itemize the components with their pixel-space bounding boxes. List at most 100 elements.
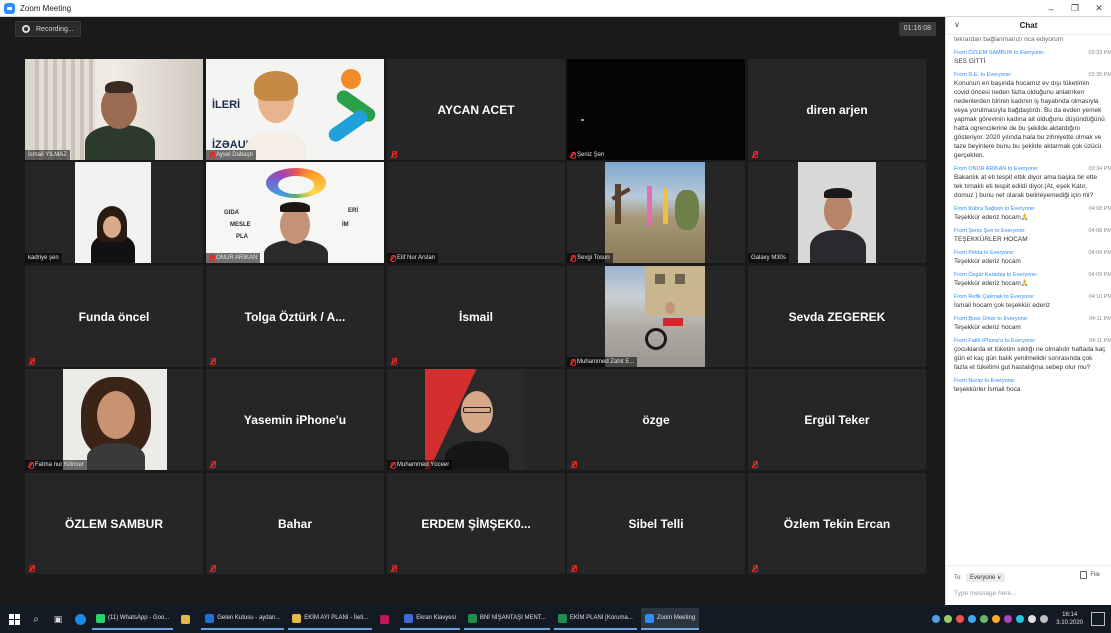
- recipient-dropdown[interactable]: Everyone ∨: [966, 573, 1006, 582]
- participant-name: Elif Nur Arslan: [387, 253, 439, 263]
- message-sender[interactable]: From Refik Çakmak to Everyone:: [954, 293, 1035, 301]
- task-view-icon[interactable]: ▣: [50, 611, 66, 627]
- video-tile[interactable]: Özlem Tekin Ercan: [748, 473, 926, 574]
- video-tile[interactable]: Sibel Telli: [567, 473, 745, 574]
- video-tile[interactable]: özge: [567, 369, 745, 470]
- tray-icon[interactable]: [1016, 615, 1025, 623]
- message-sender[interactable]: From Nuray to Everyone:: [954, 377, 1015, 385]
- video-tile[interactable]: Ergül Teker: [748, 369, 926, 470]
- participant-name: AYCAN ACET: [437, 103, 515, 117]
- video-tile[interactable]: kadriye şen: [25, 162, 203, 263]
- message-sender[interactable]: From Pelda to Everyone:: [954, 249, 1015, 257]
- tray-icon[interactable]: [980, 615, 989, 623]
- taskbar-app[interactable]: Ekran Klavyesi: [400, 608, 460, 630]
- video-tile[interactable]: Funda öncel: [25, 266, 203, 367]
- chat-header: ∨ Chat: [946, 17, 1111, 35]
- video-tile[interactable]: Yasemin iPhone'u: [206, 369, 384, 470]
- video-tile[interactable]: Bahar: [206, 473, 384, 574]
- muted-mic-icon: [390, 255, 396, 262]
- tray-icon[interactable]: [968, 615, 977, 623]
- tray-icon[interactable]: [932, 615, 941, 623]
- message-sender[interactable]: From Kübra Sağlam to Everyone:: [954, 205, 1036, 213]
- video-tile[interactable]: diren arjen: [748, 59, 926, 160]
- participant-video: [25, 59, 203, 160]
- message-sender[interactable]: From ÖZLEM SAMBUR to Everyone:: [954, 49, 1045, 57]
- chat-message: tekrardan bağlanmanızı rica ediyorum: [954, 35, 1111, 44]
- tray-icon[interactable]: [992, 615, 1001, 623]
- video-tile[interactable]: Sevda ZEGEREK: [748, 266, 926, 367]
- video-tile[interactable]: Fatma nur Kilincer: [25, 369, 203, 470]
- search-icon[interactable]: ⌕: [28, 611, 44, 627]
- participant-video: [798, 162, 876, 263]
- participant-name: Fatma nur Kilincer: [25, 460, 87, 470]
- video-tile[interactable]: ÖZLEM SAMBUR: [25, 473, 203, 574]
- muted-mic-icon: [391, 358, 397, 365]
- video-tile[interactable]: İsmail YILMAZ: [25, 59, 203, 160]
- video-tile[interactable]: ERDEM ŞİMŞEK0...: [387, 473, 565, 574]
- browser-icon[interactable]: [72, 611, 88, 627]
- message-sender[interactable]: From ONUR ARIKAN to Everyone:: [954, 165, 1039, 173]
- muted-mic-icon: [570, 152, 576, 159]
- video-tile[interactable]: AYCAN ACET: [387, 59, 565, 160]
- recording-indicator[interactable]: Recording...: [15, 21, 81, 37]
- chat-input[interactable]: [954, 586, 1104, 600]
- taskbar-app[interactable]: Gelen Kutusu - aydan...: [201, 608, 285, 630]
- video-tile[interactable]: Galaxy M30s: [748, 162, 926, 263]
- message-time: 03:35 PM: [1088, 72, 1111, 78]
- system-tray: 16:14 3.10.2020: [932, 605, 1111, 633]
- notifications-icon[interactable]: [1091, 612, 1105, 626]
- message-meta: From Kübra Sağlam to Everyone: 04:08 PM: [954, 205, 1111, 213]
- message-time: 04:09 PM: [1088, 250, 1111, 256]
- start-button[interactable]: [6, 611, 22, 627]
- volume-icon[interactable]: [1028, 615, 1037, 623]
- tray-icon[interactable]: [1004, 615, 1013, 623]
- taskbar-app[interactable]: EKİM PLANI [Koruma...: [553, 608, 637, 630]
- video-tile[interactable]: Tolga Öztürk / A...: [206, 266, 384, 367]
- participant-video: [63, 369, 167, 470]
- message-sender[interactable]: From Fatih iPhone'u to Everyone:: [954, 337, 1036, 345]
- taskbar-app[interactable]: [376, 608, 396, 630]
- close-button[interactable]: ✕: [1087, 0, 1111, 17]
- participant-name: Sevgi Tosun: [567, 253, 613, 263]
- message-text: TEŞEKKÜRLER HOCAM: [954, 236, 1028, 243]
- participant-name: Ergül Teker: [804, 413, 870, 427]
- participant-name: Bahar: [277, 517, 312, 531]
- message-time: 04:08 PM: [1088, 206, 1111, 212]
- taskbar-app[interactable]: Zoom Meeting: [640, 608, 700, 630]
- chat-message: From Pelda to Everyone: 04:09 PM Teşekkür …: [954, 249, 1111, 266]
- restore-button[interactable]: ❐: [1063, 0, 1087, 17]
- participant-name: Özlem Tekin Ercan: [783, 517, 891, 531]
- message-text: Bakanlık at eti tespit ettik diyor ama b…: [954, 174, 1098, 199]
- video-tile[interactable]: İLERİ İZƏAUBESİ Aysel Dabaştı: [206, 59, 384, 160]
- video-tile[interactable]: Muhammed Zahit E...: [567, 266, 745, 367]
- video-tile[interactable]: Muhammed Yüceer: [387, 369, 565, 470]
- chat-messages[interactable]: tekrardan bağlanmanızı rica ediyorum Fro…: [946, 35, 1111, 563]
- taskbar-app[interactable]: (11) WhatsApp - Goo...: [92, 608, 174, 630]
- message-sender[interactable]: From Şeniz Şen to Everyone:: [954, 227, 1026, 235]
- file-button[interactable]: File: [1080, 571, 1100, 579]
- message-sender[interactable]: From Özgür Karadaş to Everyone:: [954, 271, 1038, 279]
- chat-message: From Özgür Karadaş to Everyone: 04:09 PM T…: [954, 271, 1111, 288]
- tray-icon[interactable]: [956, 615, 965, 623]
- record-icon: [22, 25, 30, 33]
- network-icon[interactable]: [1040, 615, 1049, 623]
- tray-icon[interactable]: [944, 615, 953, 623]
- video-tile[interactable]: Sevgi Tosun: [567, 162, 745, 263]
- message-text: Teşekkür ederiz hocam: [954, 324, 1021, 331]
- video-tile[interactable]: İsmail: [387, 266, 565, 367]
- taskbar-app[interactable]: EKİM AYI PLANI - İleti...: [288, 608, 373, 630]
- video-tile[interactable]: GIDA ERİ MESLE İM PLA ONUR ARIKAN: [206, 162, 384, 263]
- taskbar-app[interactable]: BNİ NİŞANTAŞI MENT...: [463, 608, 550, 630]
- video-tile[interactable]: Şeniz Şen: [567, 59, 745, 160]
- message-time: 04:11 PM: [1088, 338, 1111, 344]
- participant-video: İLERİ İZƏAUBESİ: [206, 59, 384, 160]
- message-sender[interactable]: From Buse Ürker to Everyone:: [954, 315, 1028, 323]
- message-sender[interactable]: From D.E. to Everyone:: [954, 71, 1011, 79]
- participant-name: İsmail: [458, 310, 494, 324]
- muted-mic-icon: [29, 565, 35, 572]
- video-tile[interactable]: Elif Nur Arslan: [387, 162, 565, 263]
- minimize-button[interactable]: –: [1039, 0, 1063, 17]
- system-clock[interactable]: 16:14 3.10.2020: [1056, 611, 1083, 627]
- taskbar-app[interactable]: [177, 608, 197, 630]
- muted-mic-icon: [210, 358, 216, 365]
